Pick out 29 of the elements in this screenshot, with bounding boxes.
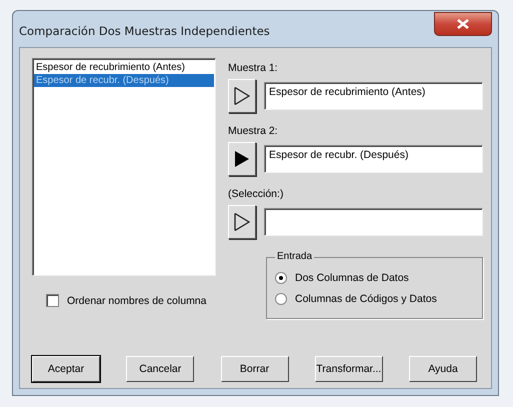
column-list[interactable]: Espesor de recubrimiento (Antes) Espesor de recubr. (Después): [32, 58, 216, 276]
input-field[interactable]: Espesor de recubr. (Después): [264, 145, 483, 173]
radio-label: Columnas de Códigos y Datos: [295, 293, 437, 305]
radio-button[interactable]: [275, 293, 287, 305]
play-outline-icon: [234, 87, 250, 105]
field-label: Muestra 2:: [228, 125, 279, 137]
checkbox[interactable]: [46, 294, 59, 307]
group-title: Entrada: [275, 251, 314, 262]
play-outline-icon: [234, 213, 250, 231]
arrow-button[interactable]: [228, 79, 256, 113]
close-button[interactable]: [434, 12, 492, 36]
play-icon: [234, 150, 250, 168]
dialog-button[interactable]: Ayuda: [409, 356, 477, 382]
input-field[interactable]: [264, 208, 483, 236]
arrow-button[interactable]: [228, 142, 256, 176]
dialog-button[interactable]: Aceptar: [32, 356, 100, 382]
list-item[interactable]: Espesor de recubrimiento (Antes): [34, 61, 214, 74]
input-field[interactable]: Espesor de recubrimiento (Antes): [264, 82, 483, 110]
arrow-button[interactable]: [228, 205, 256, 239]
dialog-button[interactable]: Cancelar: [126, 356, 194, 382]
dialog-button[interactable]: Borrar: [220, 356, 288, 382]
radio-label: Dos Columnas de Datos: [295, 272, 409, 284]
checkbox-label: Ordenar nombres de columna: [67, 294, 206, 306]
window-title: Comparación Dos Muestras Independientes: [19, 24, 270, 38]
field-label: Muestra 1:: [228, 62, 279, 74]
dialog-button[interactable]: Transformar...: [314, 356, 383, 382]
close-icon: [457, 19, 469, 29]
radio-button[interactable]: [275, 272, 287, 284]
field-label: (Selección:): [228, 188, 284, 200]
